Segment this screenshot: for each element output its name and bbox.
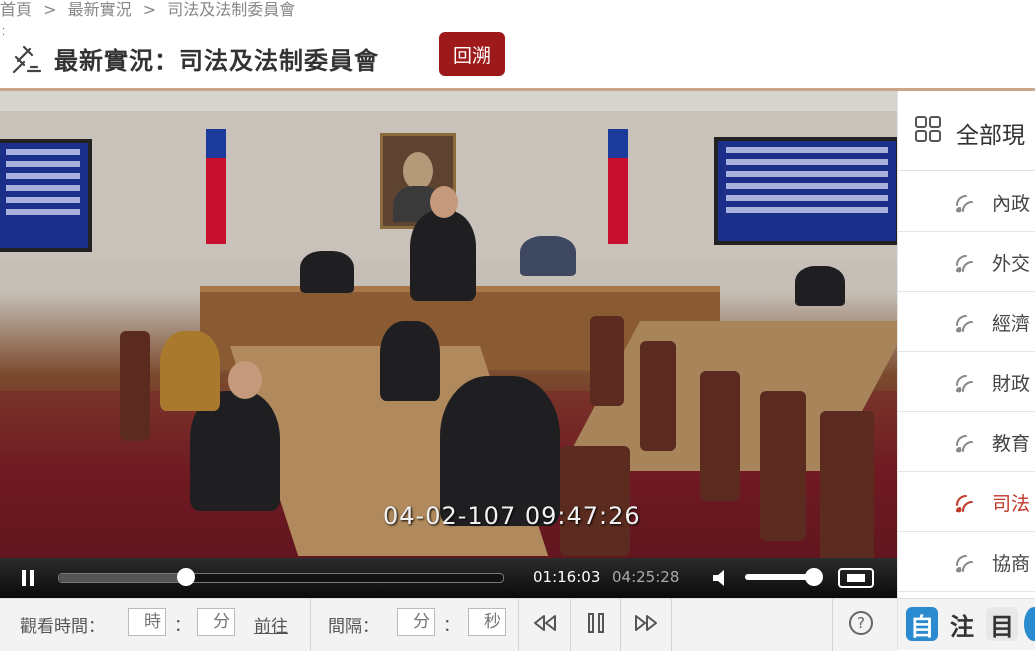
broadcast-icon [956,375,973,393]
person-head [228,361,262,399]
broadcast-icon [956,255,973,273]
sidebar-item-label: 教育 [992,433,1031,455]
volume-level [745,574,814,580]
seek-bar[interactable] [58,568,504,586]
sidebar-item-label: 協商 [992,553,1031,575]
breadcrumb-current: 司法及法制委員會 [167,0,296,19]
current-time: 01:16:03 [533,568,601,586]
toolbar-divider [832,599,833,651]
person-figure [380,321,440,401]
broadcast-icon [956,435,973,453]
chair [760,391,806,541]
player-controls: 01:16:03 04:25:28 [0,558,897,598]
pause-step-button[interactable] [579,607,613,639]
person-figure [300,251,354,293]
person-figure [520,236,576,276]
speaker-head [430,186,458,218]
breadcrumb-separator: > [43,0,57,19]
broadcast-icon [956,495,973,513]
fast-forward-button[interactable] [629,607,663,639]
watch-time-label: 觀看時間： [20,617,105,637]
speaker-figure [410,211,476,301]
rewind-icon [534,615,556,631]
seek-handle[interactable] [177,568,196,586]
chair [700,371,740,501]
replay-button[interactable]: 回溯 [439,32,505,76]
sidebar-title: 全部現 [956,123,1025,149]
page-title: 最新實況：司法及法制委員會 [54,46,379,75]
volume-handle[interactable] [804,568,823,586]
drag-handle-icon: ⁚ [2,27,6,38]
channel-sidebar: 全部現 內政 外交 經濟 財政 教育 司法 協商 自 注 目 [897,91,1035,650]
sidebar-item-label: 司法 [992,493,1031,515]
left-display-screen [0,139,92,252]
sidebar-item-label: 內政 [992,193,1031,215]
seek-toolbar: 觀看時間： ： 前往 間隔： ： ? [0,598,897,651]
flag [206,129,226,249]
fast-forward-icon [635,615,657,631]
caption-toggle-button[interactable]: 自 [906,607,938,641]
chair [640,341,676,451]
toolbar-divider [620,599,621,651]
breadcrumb: 首頁 > 最新實況 > 司法及法制委員會 [0,0,301,19]
notes-button[interactable]: 注 [946,607,978,641]
total-time: 04:25:28 [612,568,680,586]
flag [608,129,628,249]
breadcrumb-live[interactable]: 最新實況 [68,0,132,19]
fullscreen-button[interactable] [838,568,874,588]
broadcast-icon [956,315,973,333]
pause-button[interactable] [18,568,40,588]
toolbar-divider [310,599,311,651]
sidebar-header: 全部現 [898,91,1035,171]
gavel-icon [12,45,42,74]
sidebar-item-finance[interactable]: 財政 [898,351,1035,412]
breadcrumb-separator: > [142,0,157,19]
contents-button[interactable]: 目 [986,607,1018,641]
more-icon[interactable] [1024,607,1035,641]
toolbar-divider [518,599,519,651]
sidebar-footer: 自 注 目 [898,598,1035,650]
chair [820,411,874,571]
volume-slider[interactable] [745,568,823,586]
rewind-button[interactable] [528,607,562,639]
right-display-screen [714,137,897,245]
seek-progress [59,574,187,582]
time-colon: ： [174,616,191,636]
go-link[interactable]: 前往 [254,612,288,637]
video-timestamp-overlay: 04-02-107 09:47:26 [383,502,641,530]
sidebar-item-judiciary[interactable]: 司法 [898,471,1035,532]
sidebar-item-education[interactable]: 教育 [898,411,1035,472]
sidebar-item-foreign[interactable]: 外交 [898,231,1035,292]
person-figure [795,266,845,306]
breadcrumb-home[interactable]: 首頁 [0,0,32,19]
video-player[interactable]: 04-02-107 09:47:26 [0,91,897,598]
sidebar-item-interior[interactable]: 內政 [898,171,1035,232]
title-row: 最新實況：司法及法制委員會 回溯 [10,32,505,80]
toolbar-divider [671,599,672,651]
hour-input[interactable] [128,608,166,636]
broadcast-icon [956,195,973,213]
sidebar-item-negotiation[interactable]: 協商 [898,531,1035,592]
sidebar-item-label: 經濟 [992,313,1031,335]
sidebar-item-label: 財政 [992,373,1031,395]
minute-input[interactable] [197,608,235,636]
toolbar-divider [570,599,571,651]
chair [560,446,630,556]
broadcast-icon [956,555,973,573]
chair [590,316,624,406]
pause-icon [588,613,604,633]
help-button[interactable]: ? [849,611,873,635]
volume-icon[interactable] [711,569,733,587]
interval-second-input[interactable] [468,608,506,636]
interval-colon: ： [443,616,460,636]
sidebar-item-label: 外交 [992,253,1031,275]
interval-minute-input[interactable] [397,608,435,636]
chair [120,331,150,441]
ceiling [0,91,897,111]
grid-icon [915,116,941,142]
sidebar-item-economy[interactable]: 經濟 [898,291,1035,352]
interval-label: 間隔： [328,617,379,637]
person-figure [160,331,220,411]
